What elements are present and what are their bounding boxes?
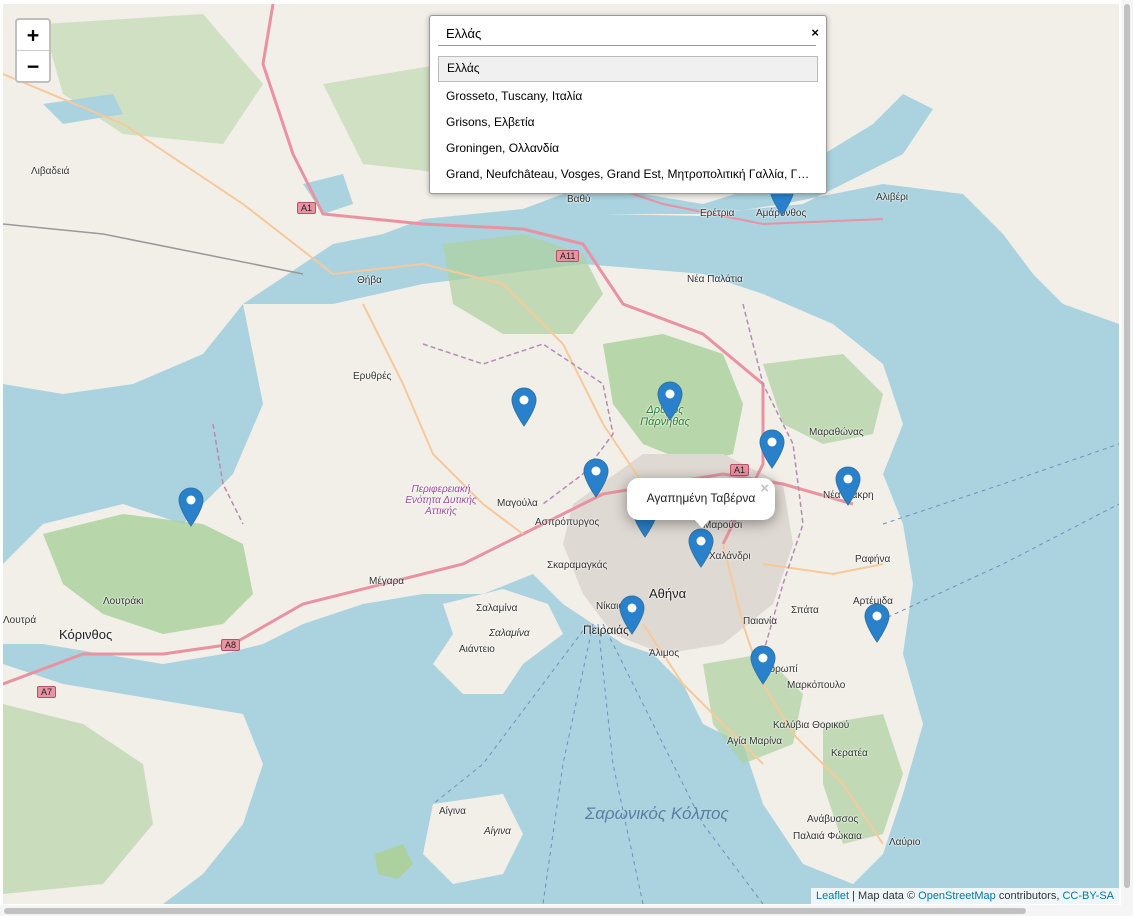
place-chalandri: Χαλάνδρι — [709, 551, 751, 562]
place-korinthos: Κόρινθος — [59, 627, 113, 642]
marker-pin-icon[interactable] — [657, 381, 683, 421]
search-results-list: Ελλάς Grosseto, Tuscany, Ιταλία Grisons,… — [438, 56, 818, 188]
place-magoula: Μαγούλα — [497, 498, 538, 509]
place-anavyssos: Ανάβυσσος — [807, 814, 859, 825]
map-attribution: Leaflet | Map data © OpenStreetMap contr… — [811, 888, 1119, 904]
place-athina: Αθήνα — [649, 586, 687, 601]
place-erythres: Ερυθρές — [353, 371, 392, 382]
zoom-in-button[interactable]: + — [17, 20, 49, 50]
search-result-item[interactable]: Ελλάς — [438, 56, 818, 82]
search-result-item[interactable]: Grisons, Ελβετία — [438, 110, 818, 134]
marker-pin-icon[interactable] — [688, 528, 714, 568]
road-shield-a8: A8 — [221, 639, 241, 651]
place-aigina: Αίγινα — [439, 806, 466, 817]
attribution-contributors: contributors, — [995, 890, 1063, 902]
marker-pin-icon[interactable] — [583, 458, 609, 498]
place-alimos: Άλιμος — [649, 648, 680, 659]
geocoder-search-panel: × Ελλάς Grosseto, Tuscany, Ιταλία Grison… — [429, 15, 827, 194]
marker-pin-icon[interactable] — [835, 466, 861, 506]
marker-pin-icon[interactable] — [750, 645, 776, 685]
vertical-scrollbar[interactable] — [1121, 0, 1133, 916]
place-skaramangas: Σκαραμαγκάς — [547, 560, 608, 571]
marker-popup: Αγαπημένη Ταβέρνα × — [627, 478, 775, 528]
place-salamina-island: Σαλαμίνα — [489, 628, 530, 639]
vertical-scrollbar-thumb[interactable] — [1124, 4, 1130, 888]
leaflet-link[interactable]: Leaflet — [816, 890, 849, 902]
place-keratea: Κερατέα — [831, 748, 868, 759]
road-shield-a7: A7 — [37, 686, 57, 698]
place-aiantio: Αιάντειο — [459, 644, 495, 655]
marker-pin-icon[interactable] — [619, 595, 645, 635]
place-aspropyrgos: Ασπρόπυργος — [535, 517, 600, 528]
attribution-separator: | Map data © — [849, 890, 919, 902]
search-result-item[interactable]: Grand, Neufchâteau, Vosges, Grand Est, Μ… — [438, 162, 818, 186]
search-result-item[interactable]: Grosseto, Tuscany, Ιταλία — [438, 84, 818, 108]
place-agia-marina: Αγία Μαρίνα — [727, 736, 783, 747]
search-close-icon[interactable]: × — [811, 25, 819, 40]
place-loutraki: Λουτράκι — [103, 596, 144, 607]
horizontal-scrollbar-thumb[interactable] — [4, 908, 1026, 914]
place-livadeia: Λιβαδειά — [31, 166, 70, 177]
horizontal-scrollbar[interactable] — [0, 905, 1121, 916]
marker-pin-icon[interactable] — [178, 487, 204, 527]
place-markopoulo: Μαρκόπουλο — [787, 680, 846, 691]
popup-close-icon[interactable]: × — [760, 480, 769, 497]
place-paiania: Παιανία — [743, 616, 778, 627]
search-input[interactable] — [438, 21, 816, 46]
place-megara: Μέγαρα — [369, 576, 405, 587]
place-saronikos: Σαρωνικός Κόλπος — [585, 804, 729, 823]
place-region-west-attica: Περιφερειακή Ενότητα Δυτικής Αττικής — [405, 484, 477, 517]
place-kalyvia: Καλύβια Θορικού — [773, 720, 850, 731]
place-marathonas: Μαραθώνας — [809, 427, 864, 438]
map-container[interactable]: Λιβαδειά Θήβα Βαθύ Ερέτρια Αμάρυνθος Αλι… — [3, 4, 1119, 904]
road-shield-a1-athens: A1 — [730, 464, 750, 476]
road-shield-a11: A11 — [556, 250, 580, 262]
place-aliveri: Αλιβέρι — [876, 192, 909, 203]
place-thiva: Θήβα — [357, 275, 382, 286]
marker-pin-icon[interactable] — [511, 387, 537, 427]
place-salamina: Σαλαμίνα — [476, 603, 518, 614]
road-shield-a1: A1 — [297, 202, 317, 214]
place-eretria: Ερέτρια — [700, 208, 735, 219]
place-loutra: Λουτρά — [3, 615, 37, 626]
marker-pin-icon[interactable] — [864, 603, 890, 643]
place-rafina: Ραφήνα — [855, 554, 891, 565]
popup-tip — [693, 518, 711, 528]
zoom-control: + − — [15, 18, 51, 83]
place-palaia-fokaia: Παλαιά Φώκαια — [793, 831, 862, 842]
place-lavrio: Λαύριο — [889, 837, 921, 848]
search-result-item[interactable]: Groningen, Ολλανδία — [438, 136, 818, 160]
popup-text: Αγαπημένη Ταβέρνα — [646, 491, 756, 505]
place-vathy: Βαθύ — [567, 194, 591, 205]
openstreetmap-link[interactable]: OpenStreetMap — [918, 890, 996, 902]
place-spata: Σπάτα — [791, 605, 819, 616]
place-aigina-island: Αίγινα — [484, 826, 511, 837]
marker-pin-icon[interactable] — [759, 429, 785, 469]
zoom-out-button[interactable]: − — [17, 50, 49, 81]
place-nea-palatia: Νέα Παλάτια — [687, 274, 743, 285]
license-link[interactable]: CC-BY-SA — [1062, 890, 1114, 902]
